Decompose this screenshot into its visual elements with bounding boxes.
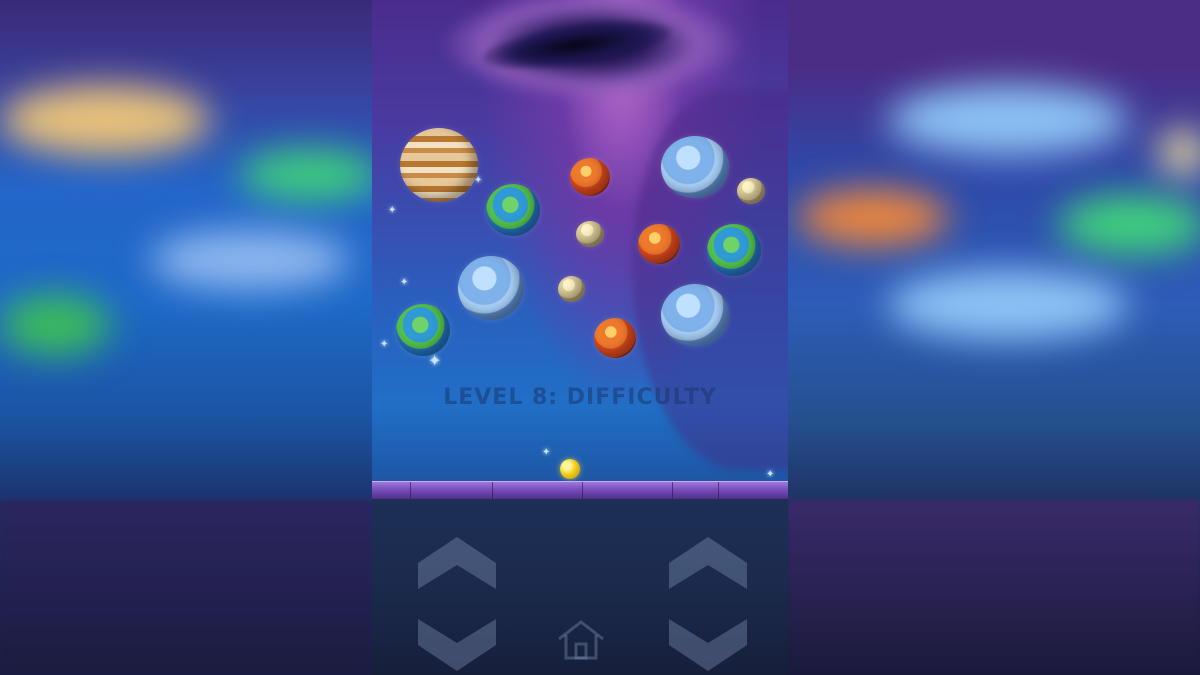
left-up-button[interactable] — [418, 537, 496, 589]
moon-planet[interactable] — [737, 178, 765, 204]
moon-planet[interactable] — [576, 221, 604, 247]
blurred-backdrop-right — [788, 0, 1200, 675]
home-button[interactable] — [556, 619, 606, 661]
star-icon: ✦ — [400, 277, 409, 288]
earth-planet[interactable] — [486, 184, 540, 236]
home-icon — [558, 620, 604, 660]
star-icon: ✦ — [766, 469, 775, 480]
ground-platform — [372, 481, 788, 500]
mars-planet[interactable] — [570, 158, 610, 196]
game-screen[interactable]: ✦ ✦ ✦ ✦ ✦ ✦ ✦ ✦ LEVEL 8: DIFFICULTY — [372, 0, 788, 675]
chevron-down-icon — [669, 619, 747, 671]
right-down-button[interactable] — [669, 619, 747, 671]
jupiter-planet[interactable] — [400, 128, 478, 202]
player-ball[interactable] — [560, 459, 580, 479]
chevron-up-icon — [418, 537, 496, 589]
right-up-button[interactable] — [669, 537, 747, 589]
chevron-up-icon — [669, 537, 747, 589]
star-icon: ✦ — [380, 339, 389, 350]
ice-planet[interactable] — [661, 284, 729, 346]
star-icon: ✦ — [542, 447, 551, 458]
star-icon: ✦ — [388, 205, 397, 216]
ice-planet[interactable] — [458, 256, 524, 320]
earth-planet[interactable] — [396, 304, 450, 356]
mars-planet[interactable] — [638, 224, 680, 264]
level-title: LEVEL 8: DIFFICULTY — [443, 385, 717, 410]
mars-planet[interactable] — [594, 318, 636, 358]
left-down-button[interactable] — [418, 619, 496, 671]
earth-planet[interactable] — [707, 224, 761, 276]
blurred-backdrop-left — [0, 0, 372, 675]
star-icon: ✦ — [428, 351, 442, 370]
moon-planet[interactable] — [558, 276, 585, 302]
ice-planet[interactable] — [661, 136, 729, 198]
chevron-down-icon — [418, 619, 496, 671]
control-panel — [372, 499, 788, 675]
